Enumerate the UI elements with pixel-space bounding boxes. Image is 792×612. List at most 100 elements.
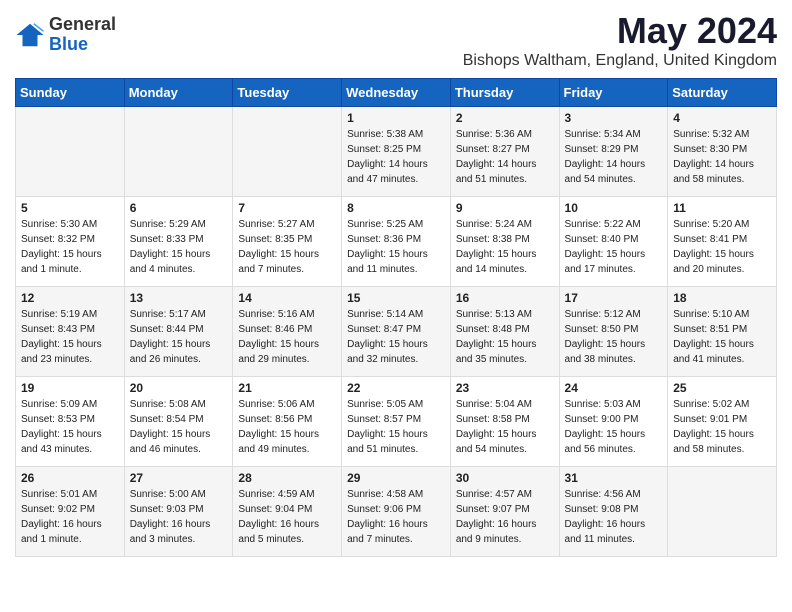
title-area: May 2024 Bishops Waltham, England, Unite…	[463, 10, 777, 70]
day-header-sunday: Sunday	[16, 79, 125, 107]
calendar-cell: 25 Sunrise: 5:02 AMSunset: 9:01 PMDayligh…	[668, 377, 777, 467]
day-number: 28	[238, 471, 336, 485]
logo-text: General Blue	[49, 15, 116, 55]
day-header-monday: Monday	[124, 79, 233, 107]
day-info: Sunrise: 5:24 AMSunset: 8:38 PMDaylight:…	[456, 217, 554, 277]
calendar-cell: 30 Sunrise: 4:57 AMSunset: 9:07 PMDayligh…	[450, 467, 559, 557]
calendar-cell: 10 Sunrise: 5:22 AMSunset: 8:40 PMDayligh…	[559, 197, 668, 287]
day-info: Sunrise: 5:16 AMSunset: 8:46 PMDaylight:…	[238, 307, 336, 367]
day-number: 14	[238, 291, 336, 305]
calendar-cell: 16 Sunrise: 5:13 AMSunset: 8:48 PMDayligh…	[450, 287, 559, 377]
calendar-cell: 28 Sunrise: 4:59 AMSunset: 9:04 PMDayligh…	[233, 467, 342, 557]
calendar-table: SundayMondayTuesdayWednesdayThursdayFrid…	[15, 78, 777, 557]
calendar-cell: 20Sunrise: 5:08 AMSunset: 8:54 PMDayligh…	[124, 377, 233, 467]
day-header-wednesday: Wednesday	[342, 79, 451, 107]
calendar-cell: 8 Sunrise: 5:25 AMSunset: 8:36 PMDaylight…	[342, 197, 451, 287]
week-row-1: 1 Sunrise: 5:38 AMSunset: 8:25 PMDaylight…	[16, 107, 777, 197]
day-number: 5	[21, 201, 119, 215]
calendar-cell: 6Sunrise: 5:29 AMSunset: 8:33 PMDaylight…	[124, 197, 233, 287]
day-number: 13	[130, 291, 228, 305]
day-info: Sunrise: 5:03 AMSunset: 9:00 PMDaylight:…	[565, 397, 663, 457]
month-title: May 2024	[463, 10, 777, 52]
day-number: 25	[673, 381, 771, 395]
day-number: 16	[456, 291, 554, 305]
day-info: Sunrise: 5:12 AMSunset: 8:50 PMDaylight:…	[565, 307, 663, 367]
location: Bishops Waltham, England, United Kingdom	[463, 52, 777, 70]
day-info: Sunrise: 4:56 AMSunset: 9:08 PMDaylight:…	[565, 487, 663, 547]
logo: General Blue	[15, 15, 116, 55]
day-number: 12	[21, 291, 119, 305]
day-info: Sunrise: 5:00 AMSunset: 9:03 PMDaylight:…	[130, 487, 228, 547]
calendar-cell: 3Sunrise: 5:34 AMSunset: 8:29 PMDaylight…	[559, 107, 668, 197]
logo-icon	[15, 20, 45, 50]
day-info: Sunrise: 5:20 AMSunset: 8:41 PMDaylight:…	[673, 217, 771, 277]
day-info: Sunrise: 5:14 AMSunset: 8:47 PMDaylight:…	[347, 307, 445, 367]
calendar-cell	[16, 107, 125, 197]
day-info: Sunrise: 5:38 AMSunset: 8:25 PMDaylight:…	[347, 127, 445, 187]
calendar-cell: 24Sunrise: 5:03 AMSunset: 9:00 PMDayligh…	[559, 377, 668, 467]
calendar-cell: 11 Sunrise: 5:20 AMSunset: 8:41 PMDayligh…	[668, 197, 777, 287]
day-info: Sunrise: 4:59 AMSunset: 9:04 PMDaylight:…	[238, 487, 336, 547]
day-number: 31	[565, 471, 663, 485]
day-number: 8	[347, 201, 445, 215]
day-number: 23	[456, 381, 554, 395]
day-header-tuesday: Tuesday	[233, 79, 342, 107]
day-number: 9	[456, 201, 554, 215]
day-number: 26	[21, 471, 119, 485]
day-info: Sunrise: 5:04 AMSunset: 8:58 PMDaylight:…	[456, 397, 554, 457]
week-row-4: 19Sunrise: 5:09 AMSunset: 8:53 PMDayligh…	[16, 377, 777, 467]
day-header-thursday: Thursday	[450, 79, 559, 107]
calendar-cell: 5 Sunrise: 5:30 AMSunset: 8:32 PMDaylight…	[16, 197, 125, 287]
day-info: Sunrise: 5:25 AMSunset: 8:36 PMDaylight:…	[347, 217, 445, 277]
day-info: Sunrise: 5:13 AMSunset: 8:48 PMDaylight:…	[456, 307, 554, 367]
day-info: Sunrise: 5:19 AMSunset: 8:43 PMDaylight:…	[21, 307, 119, 367]
day-info: Sunrise: 5:36 AMSunset: 8:27 PMDaylight:…	[456, 127, 554, 187]
calendar-cell: 4Sunrise: 5:32 AMSunset: 8:30 PMDaylight…	[668, 107, 777, 197]
calendar-cell: 19Sunrise: 5:09 AMSunset: 8:53 PMDayligh…	[16, 377, 125, 467]
calendar-cell	[124, 107, 233, 197]
calendar-cell: 26 Sunrise: 5:01 AMSunset: 9:02 PMDayligh…	[16, 467, 125, 557]
day-number: 1	[347, 111, 445, 125]
header: General Blue May 2024 Bishops Waltham, E…	[15, 10, 777, 70]
logo-blue: Blue	[49, 35, 116, 55]
calendar-cell: 15 Sunrise: 5:14 AMSunset: 8:47 PMDayligh…	[342, 287, 451, 377]
calendar-cell: 22 Sunrise: 5:05 AMSunset: 8:57 PMDayligh…	[342, 377, 451, 467]
calendar-cell: 21Sunrise: 5:06 AMSunset: 8:56 PMDayligh…	[233, 377, 342, 467]
day-number: 7	[238, 201, 336, 215]
day-info: Sunrise: 5:09 AMSunset: 8:53 PMDaylight:…	[21, 397, 119, 457]
day-header-saturday: Saturday	[668, 79, 777, 107]
day-info: Sunrise: 5:05 AMSunset: 8:57 PMDaylight:…	[347, 397, 445, 457]
calendar-cell: 2 Sunrise: 5:36 AMSunset: 8:27 PMDaylight…	[450, 107, 559, 197]
calendar-cell: 12 Sunrise: 5:19 AMSunset: 8:43 PMDayligh…	[16, 287, 125, 377]
calendar-cell: 27Sunrise: 5:00 AMSunset: 9:03 PMDayligh…	[124, 467, 233, 557]
week-row-2: 5 Sunrise: 5:30 AMSunset: 8:32 PMDaylight…	[16, 197, 777, 287]
day-number: 3	[565, 111, 663, 125]
day-info: Sunrise: 5:22 AMSunset: 8:40 PMDaylight:…	[565, 217, 663, 277]
day-info: Sunrise: 5:30 AMSunset: 8:32 PMDaylight:…	[21, 217, 119, 277]
day-info: Sunrise: 5:02 AMSunset: 9:01 PMDaylight:…	[673, 397, 771, 457]
calendar-cell: 17 Sunrise: 5:12 AMSunset: 8:50 PMDayligh…	[559, 287, 668, 377]
week-row-3: 12 Sunrise: 5:19 AMSunset: 8:43 PMDayligh…	[16, 287, 777, 377]
day-number: 30	[456, 471, 554, 485]
calendar-cell: 31 Sunrise: 4:56 AMSunset: 9:08 PMDayligh…	[559, 467, 668, 557]
day-info: Sunrise: 5:01 AMSunset: 9:02 PMDaylight:…	[21, 487, 119, 547]
day-info: Sunrise: 5:06 AMSunset: 8:56 PMDaylight:…	[238, 397, 336, 457]
calendar-cell: 7 Sunrise: 5:27 AMSunset: 8:35 PMDaylight…	[233, 197, 342, 287]
day-info: Sunrise: 4:57 AMSunset: 9:07 PMDaylight:…	[456, 487, 554, 547]
day-number: 17	[565, 291, 663, 305]
calendar-cell: 14 Sunrise: 5:16 AMSunset: 8:46 PMDayligh…	[233, 287, 342, 377]
day-info: Sunrise: 5:27 AMSunset: 8:35 PMDaylight:…	[238, 217, 336, 277]
calendar-cell	[668, 467, 777, 557]
calendar-cell	[233, 107, 342, 197]
day-number: 15	[347, 291, 445, 305]
day-number: 11	[673, 201, 771, 215]
day-number: 10	[565, 201, 663, 215]
day-number: 22	[347, 381, 445, 395]
calendar-cell: 13Sunrise: 5:17 AMSunset: 8:44 PMDayligh…	[124, 287, 233, 377]
day-header-friday: Friday	[559, 79, 668, 107]
calendar-cell: 1 Sunrise: 5:38 AMSunset: 8:25 PMDaylight…	[342, 107, 451, 197]
day-number: 2	[456, 111, 554, 125]
logo-general: General	[49, 15, 116, 35]
week-row-5: 26 Sunrise: 5:01 AMSunset: 9:02 PMDayligh…	[16, 467, 777, 557]
days-header-row: SundayMondayTuesdayWednesdayThursdayFrid…	[16, 79, 777, 107]
